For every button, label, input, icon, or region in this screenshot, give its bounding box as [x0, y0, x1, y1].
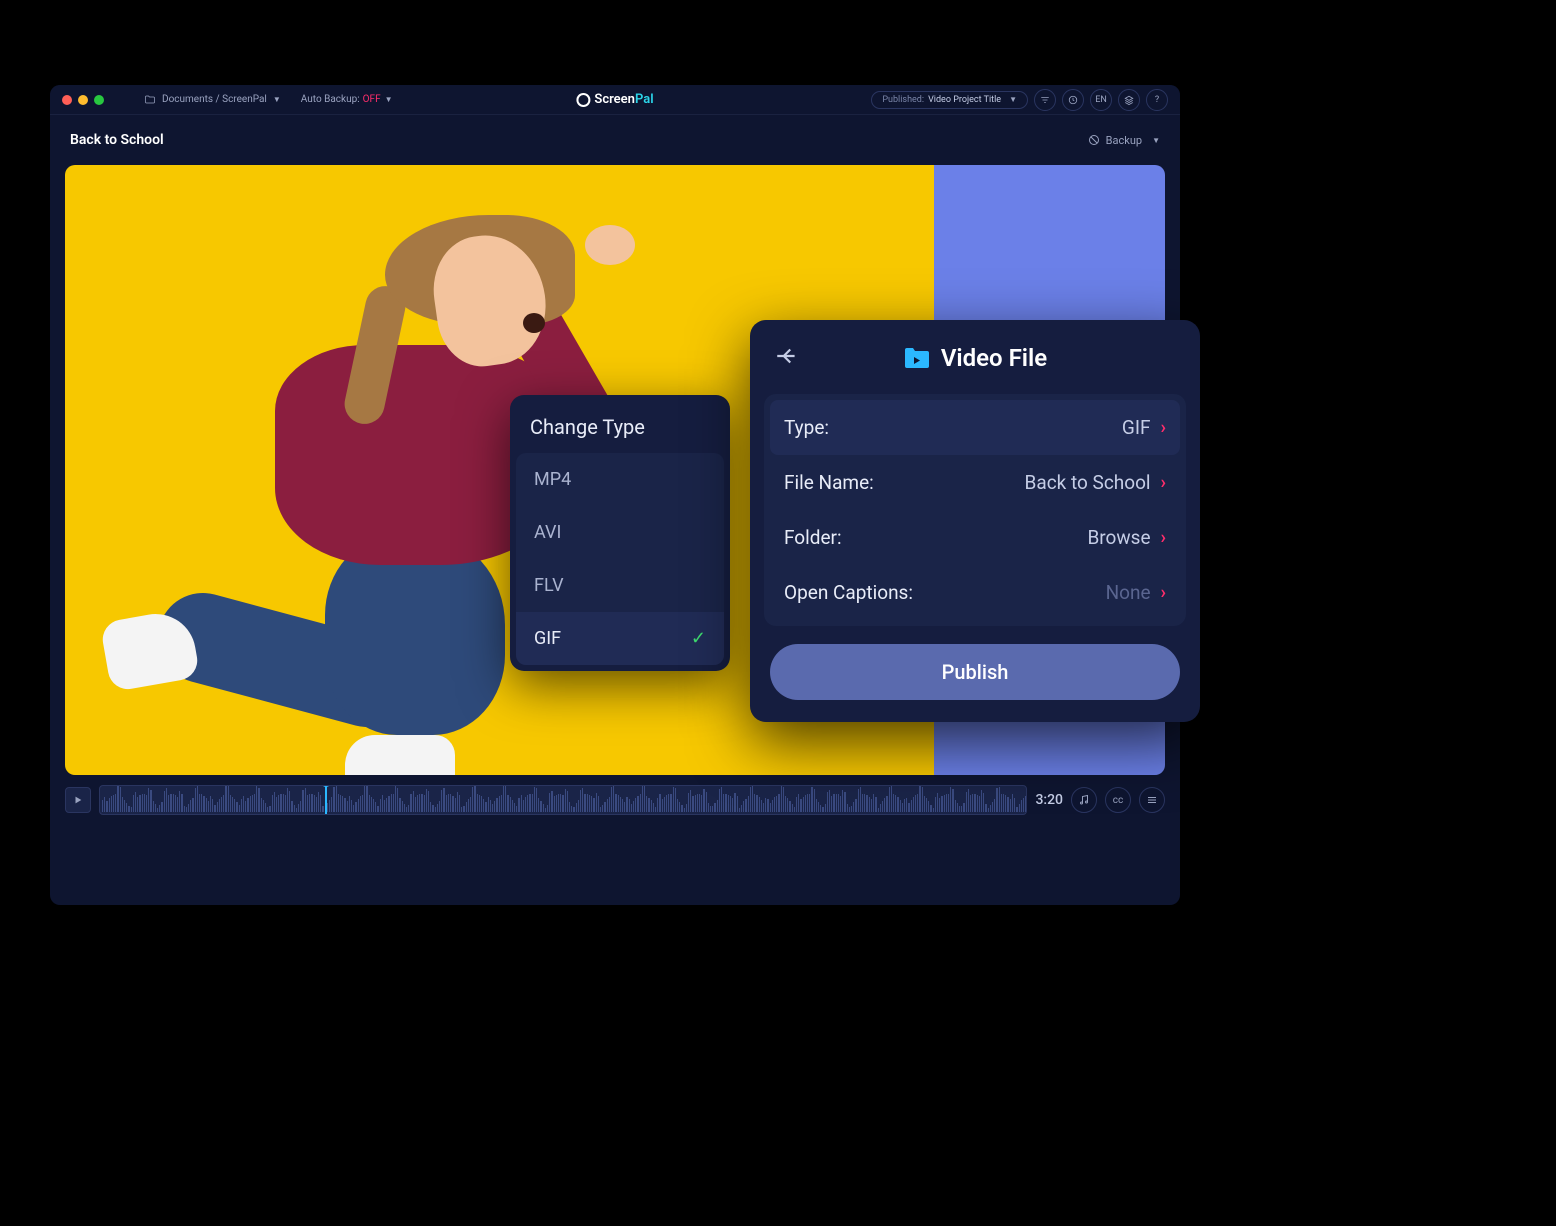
breadcrumb[interactable]: Documents / ScreenPal ▼ — [144, 94, 281, 106]
menu-button[interactable] — [1139, 787, 1165, 813]
language-button[interactable]: EN — [1090, 89, 1112, 111]
chevron-down-icon: ▼ — [1009, 95, 1017, 104]
filter-icon[interactable] — [1034, 89, 1056, 111]
row-value: None — [1106, 581, 1151, 604]
panel-title-text: Video File — [941, 344, 1047, 372]
change-type-popup: Change Type MP4 AVI FLV GIF ✓ — [510, 395, 730, 671]
type-list: MP4 AVI FLV GIF ✓ — [516, 453, 724, 665]
type-option-label: FLV — [534, 575, 564, 596]
chevron-down-icon: ▼ — [385, 95, 393, 104]
timeline: 1:08.00 3:20 cc — [50, 775, 1180, 825]
type-option-label: GIF — [534, 628, 561, 649]
row-value: GIF — [1122, 416, 1151, 439]
published-dropdown[interactable]: Published: Video Project Title ▼ — [871, 91, 1028, 109]
chevron-right-icon: › — [1161, 417, 1166, 438]
help-button[interactable]: ? — [1146, 89, 1168, 111]
maximize-icon[interactable] — [94, 95, 104, 105]
brand-text-b: Pal — [635, 92, 654, 107]
titlebar-right: Published: Video Project Title ▼ EN ? — [871, 89, 1168, 111]
settings-rows: Type: GIF › File Name: Back to School › … — [764, 394, 1186, 626]
close-icon[interactable] — [62, 95, 72, 105]
layers-icon[interactable] — [1118, 89, 1140, 111]
backup-dropdown[interactable]: Backup ▼ — [1088, 134, 1160, 147]
autobackup-label: Auto Backup: — [301, 94, 360, 105]
brand-logo: ScreenPal — [576, 92, 653, 107]
check-icon: ✓ — [691, 628, 706, 649]
minimize-icon[interactable] — [78, 95, 88, 105]
publish-button[interactable]: Publish — [770, 644, 1180, 700]
backup-label: Backup — [1106, 134, 1142, 147]
project-bar: Back to School Backup ▼ — [50, 115, 1180, 165]
timeline-track[interactable]: 1:08.00 — [99, 785, 1027, 815]
chevron-down-icon: ▼ — [1152, 136, 1160, 145]
panel-header: Video File — [764, 344, 1186, 372]
row-type[interactable]: Type: GIF › — [770, 400, 1180, 455]
row-label: Type: — [784, 416, 1122, 439]
published-value: Video Project Title — [928, 95, 1001, 105]
type-option-flv[interactable]: FLV — [516, 559, 724, 612]
panel-title: Video File — [903, 344, 1047, 372]
play-button[interactable] — [65, 787, 91, 813]
history-icon[interactable] — [1062, 89, 1084, 111]
row-folder[interactable]: Folder: Browse › — [764, 510, 1186, 565]
type-option-label: AVI — [534, 522, 561, 543]
brand-icon — [576, 93, 590, 107]
row-captions[interactable]: Open Captions: None › — [764, 565, 1186, 620]
video-file-panel: Video File Type: GIF › File Name: Back t… — [750, 320, 1200, 722]
row-filename[interactable]: File Name: Back to School › — [764, 455, 1186, 510]
chevron-down-icon: ▼ — [273, 95, 281, 104]
playhead[interactable] — [325, 785, 327, 815]
titlebar: Documents / ScreenPal ▼ Auto Backup: OFF… — [50, 85, 1180, 115]
brand-text-a: Screen — [594, 92, 635, 107]
row-label: Folder: — [784, 526, 1087, 549]
waveform — [100, 786, 1026, 814]
captions-button[interactable]: cc — [1105, 787, 1131, 813]
music-button[interactable] — [1071, 787, 1097, 813]
type-option-avi[interactable]: AVI — [516, 506, 724, 559]
type-option-label: MP4 — [534, 469, 571, 490]
chevron-right-icon: › — [1161, 527, 1166, 548]
row-value: Browse — [1087, 526, 1150, 549]
type-option-mp4[interactable]: MP4 — [516, 453, 724, 506]
duration-label: 3:20 — [1035, 792, 1063, 808]
chevron-right-icon: › — [1161, 472, 1166, 493]
project-title: Back to School — [70, 132, 164, 148]
breadcrumb-text: Documents / ScreenPal — [162, 94, 267, 105]
published-label: Published: — [882, 95, 924, 105]
row-label: File Name: — [784, 471, 1025, 494]
window-controls — [62, 95, 104, 105]
chevron-right-icon: › — [1161, 582, 1166, 603]
change-type-title: Change Type — [516, 415, 724, 453]
autobackup-toggle[interactable]: Auto Backup: OFF ▼ — [301, 94, 393, 105]
row-value: Back to School — [1025, 471, 1151, 494]
type-option-gif[interactable]: GIF ✓ — [516, 612, 724, 665]
row-label: Open Captions: — [784, 581, 1106, 604]
folder-icon — [144, 94, 156, 106]
autobackup-value: OFF — [363, 94, 381, 105]
video-folder-icon — [903, 346, 931, 370]
back-button[interactable] — [774, 343, 800, 373]
prohibit-icon — [1088, 134, 1100, 146]
